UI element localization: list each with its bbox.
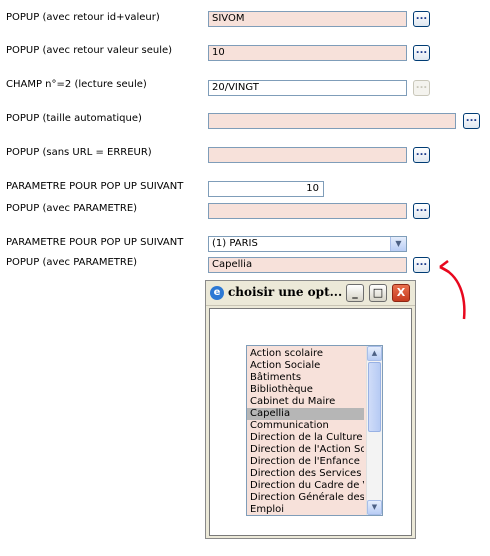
input-popup-taille-auto[interactable]	[208, 113, 456, 129]
scroll-down-icon[interactable]: ▼	[367, 500, 382, 515]
minimize-button[interactable]: _	[346, 284, 364, 302]
popup-button-3-disabled: ...	[413, 80, 430, 96]
label-popup-taille-auto: POPUP (taille automatique)	[6, 113, 142, 124]
list-item[interactable]: Cabinet du Maire	[250, 396, 364, 408]
label-popup-valeur-seule: POPUP (avec retour valeur seule)	[6, 45, 173, 56]
input-popup-avec-parametre-1[interactable]	[208, 203, 407, 219]
popup-content: Action scolaire Action Sociale Bâtiments…	[209, 308, 412, 536]
popup-button-5[interactable]: ...	[413, 147, 430, 163]
close-button[interactable]: X	[392, 284, 410, 302]
scroll-up-icon[interactable]: ▲	[367, 346, 382, 361]
maximize-button[interactable]: □	[369, 284, 387, 302]
list-item[interactable]: Communication	[250, 420, 364, 432]
label-popup-sans-url: POPUP (sans URL = ERREUR)	[6, 147, 152, 158]
popup-titlebar[interactable]: e choisir une opt... _ □ X	[206, 281, 415, 306]
list-item[interactable]: Direction de la Culture	[250, 432, 364, 444]
label-popup-avec-parametre-2: POPUP (avec PARAMETRE)	[6, 257, 138, 268]
list-item[interactable]: Direction Générale des Services	[250, 492, 364, 504]
list-item[interactable]: Direction de l'Enfance	[250, 456, 364, 468]
popup-button-1[interactable]: ...	[413, 11, 430, 27]
popup-button-4[interactable]: ...	[463, 113, 480, 129]
input-popup-id-valeur[interactable]: SIVOM	[208, 11, 407, 27]
ie-icon: e	[210, 286, 224, 300]
parametre-select[interactable]: (1) PARIS ▼	[208, 236, 407, 252]
list-item[interactable]: Action Sociale	[250, 360, 364, 372]
list-item[interactable]: Direction du Cadre de Vie	[250, 480, 364, 492]
label-champ-lecture-seule: CHAMP n°=2 (lecture seule)	[6, 79, 147, 90]
parametre-select-value: (1) PARIS	[212, 238, 258, 249]
popup-title: choisir une opt...	[228, 285, 343, 299]
label-popup-id-valeur: POPUP (avec retour id+valeur)	[6, 12, 160, 23]
input-champ-lecture-seule: 20/VINGT	[208, 80, 407, 96]
input-popup-avec-parametre-2[interactable]: Capellia	[208, 257, 407, 273]
label-parametre-2: PARAMETRE POUR POP UP SUIVANT	[6, 237, 184, 248]
option-listbox[interactable]: Action scolaire Action Sociale Bâtiments…	[246, 345, 383, 516]
list-item[interactable]: Emploi	[250, 504, 364, 515]
chevron-down-icon[interactable]: ▼	[390, 237, 406, 251]
label-parametre-1: PARAMETRE POUR POP UP SUIVANT	[6, 181, 184, 192]
popup-button-2[interactable]: ...	[413, 45, 430, 61]
listbox-scrollbar[interactable]: ▲ ▼	[366, 346, 382, 515]
input-popup-sans-url[interactable]	[208, 147, 407, 163]
list-item[interactable]: Bibliothèque	[250, 384, 364, 396]
list-item[interactable]: Bâtiments	[250, 372, 364, 384]
scroll-thumb[interactable]	[368, 362, 381, 432]
popup-window[interactable]: e choisir une opt... _ □ X Action scolai…	[205, 280, 416, 539]
red-arrow-icon	[439, 260, 466, 320]
list-item[interactable]: Direction des Services	[250, 468, 364, 480]
input-parametre-1[interactable]: 10	[208, 181, 324, 197]
input-popup-valeur-seule[interactable]: 10	[208, 45, 407, 61]
list-item-selected[interactable]: Capellia	[247, 408, 364, 420]
list-item[interactable]: Direction de l'Action Sociale	[250, 444, 364, 456]
popup-button-6[interactable]: ...	[413, 203, 430, 219]
popup-button-7[interactable]: ...	[413, 257, 430, 273]
label-popup-avec-parametre-1: POPUP (avec PARAMETRE)	[6, 203, 138, 214]
list-item[interactable]: Action scolaire	[250, 348, 364, 360]
